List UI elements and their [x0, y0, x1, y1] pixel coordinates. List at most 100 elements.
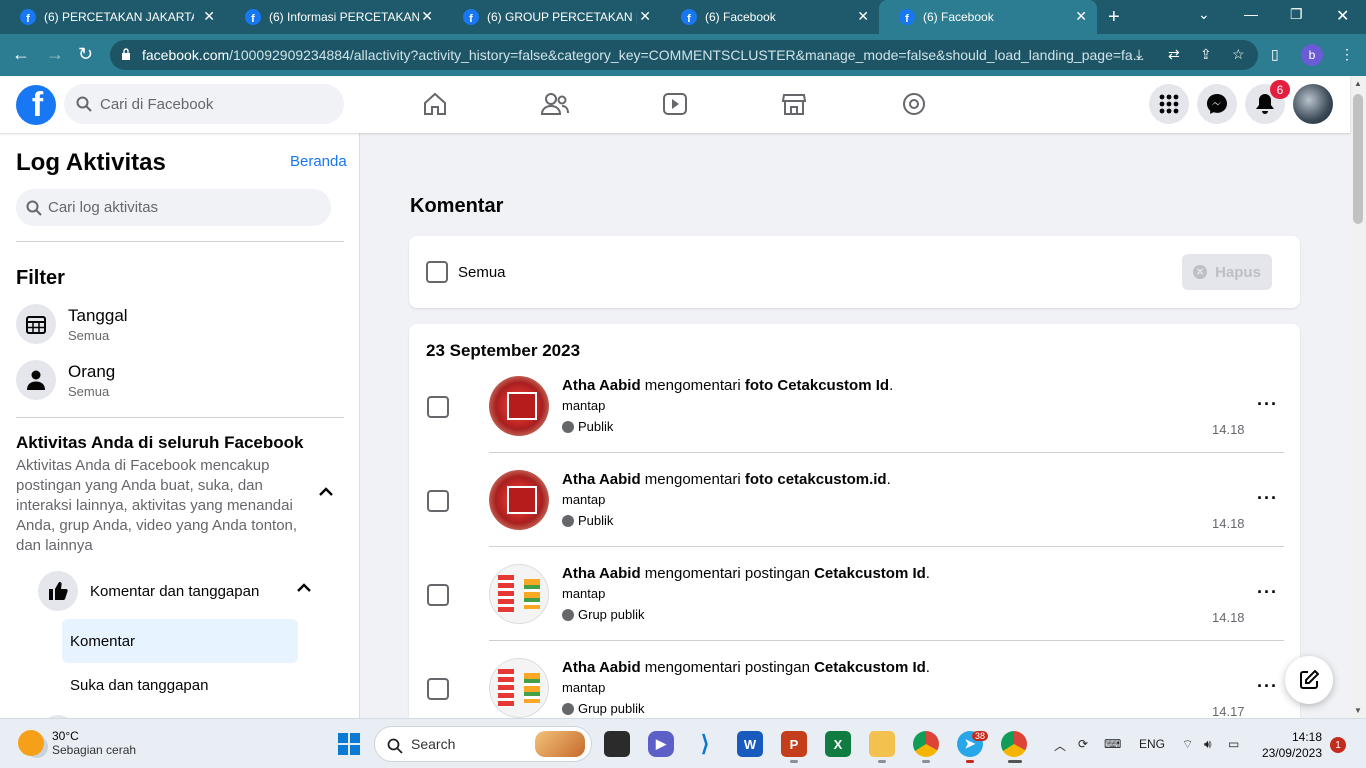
chrome-icon[interactable] [913, 731, 939, 757]
bookmark-star-icon[interactable]: ☆ [1232, 46, 1245, 63]
sync-icon[interactable]: ⟳ [1078, 737, 1088, 751]
browser-tab[interactable]: f(6) PERCETAKAN JAKARTA | Stiker✕ [0, 0, 225, 34]
audience-label: Grup publik [578, 701, 645, 716]
minimize-icon[interactable]: — [1244, 6, 1258, 22]
browser-tab[interactable]: f(6) Informasi PERCETAKAN YOGYA✕ [225, 0, 443, 34]
wifi-icon[interactable]: ⌔ [1182, 737, 1193, 752]
browser-tab[interactable]: f(6) GROUP PERCETAKAN | Stiker✕ [443, 0, 661, 34]
close-tab-icon[interactable]: ✕ [421, 9, 433, 23]
select-all-checkbox[interactable] [426, 261, 448, 283]
target-name[interactable]: Cetakcustom Id [777, 377, 889, 394]
file-explorer-icon[interactable] [869, 731, 895, 757]
actor-name[interactable]: Atha Aabid [562, 377, 641, 394]
chevron-up-icon[interactable] [296, 583, 312, 593]
system-clock[interactable]: 14:18 23/09/2023 [1260, 729, 1322, 761]
menu-grid-icon[interactable] [1149, 84, 1189, 124]
marketplace-icon[interactable] [778, 88, 810, 120]
scroll-up-icon[interactable]: ▲ [1354, 79, 1362, 88]
messenger-icon[interactable] [1197, 84, 1237, 124]
page-scrollbar[interactable]: ▲ ▼ [1350, 76, 1366, 718]
chat-icon[interactable]: ▶ [648, 731, 674, 757]
close-tab-icon[interactable]: ✕ [1075, 9, 1087, 23]
item-checkbox[interactable] [427, 584, 449, 606]
home-icon[interactable] [419, 88, 451, 120]
browser-tab-active[interactable]: f (6) Facebook ✕ [879, 0, 1097, 34]
close-tab-icon[interactable]: ✕ [639, 9, 651, 23]
activity-log-search-input[interactable]: Cari log aktivitas [16, 189, 331, 226]
target-name[interactable]: Cetakcustom Id [814, 565, 926, 582]
profile-avatar[interactable]: b [1301, 44, 1323, 66]
more-options-icon[interactable]: ··· [1257, 395, 1278, 413]
post-thumbnail[interactable] [489, 658, 549, 718]
item-checkbox[interactable] [427, 678, 449, 700]
weather-widget[interactable]: 30°C Sebagian cerah [18, 729, 136, 757]
powerpoint-icon[interactable]: P [781, 731, 807, 757]
audience-label: Grup publik [578, 607, 645, 622]
sidebar-item-likes-reactions[interactable]: Suka dan tanggapan [70, 677, 208, 694]
date-group-heading: 23 September 2023 [426, 341, 581, 360]
new-tab-icon[interactable]: + [1108, 6, 1120, 29]
video-icon[interactable] [659, 88, 691, 120]
close-tab-icon[interactable]: ✕ [203, 9, 215, 23]
more-options-icon[interactable]: ··· [1257, 489, 1278, 507]
browser-tab[interactable]: f (6) Facebook ✕ [661, 0, 879, 34]
running-indicator [790, 760, 798, 763]
actor-name[interactable]: Atha Aabid [562, 471, 641, 488]
divider [489, 546, 1284, 547]
keyboard-icon[interactable]: ⌨ [1104, 737, 1121, 751]
actor-name[interactable]: Atha Aabid [562, 565, 641, 582]
excel-icon[interactable]: X [825, 731, 851, 757]
share-icon[interactable]: ⇪ [1200, 46, 1212, 63]
more-options-icon[interactable]: ··· [1257, 583, 1278, 601]
target-name[interactable]: cetakcustom.id [777, 471, 886, 488]
taskbar-search[interactable]: Search [374, 726, 592, 762]
notification-center-badge[interactable]: 1 [1330, 737, 1346, 753]
language-indicator[interactable]: ENG [1139, 737, 1165, 751]
new-message-compose-icon[interactable] [1285, 656, 1333, 704]
gaming-icon[interactable] [898, 88, 930, 120]
section-description: Aktivitas Anda di Facebook mencakup post… [16, 457, 298, 554]
item-checkbox[interactable] [427, 490, 449, 512]
word-icon[interactable]: W [737, 731, 763, 757]
close-window-icon[interactable]: ✕ [1336, 6, 1349, 26]
target-name[interactable]: Cetakcustom Id [814, 659, 926, 676]
calendar-icon [16, 304, 56, 344]
more-options-icon[interactable]: ··· [1257, 677, 1278, 695]
back-icon[interactable]: ← [12, 44, 30, 65]
chrome-menu-icon[interactable]: ⋮ [1340, 46, 1354, 63]
chrome-profile-icon[interactable] [1001, 731, 1027, 757]
delete-button[interactable]: ✕ Hapus [1182, 254, 1272, 290]
close-tab-icon[interactable]: ✕ [857, 9, 869, 23]
side-panel-icon[interactable]: ▯ [1271, 46, 1279, 63]
forward-icon[interactable]: → [46, 44, 64, 65]
category-comments-reactions[interactable]: Komentar dan tanggapan [38, 571, 259, 611]
filter-person[interactable]: Orang Semua [16, 360, 115, 400]
scrollbar-thumb[interactable] [1353, 94, 1363, 224]
vscode-icon[interactable]: ⟩ [692, 731, 718, 757]
install-icon[interactable]: ⤓ [1136, 46, 1142, 63]
facebook-logo[interactable]: f [16, 85, 56, 125]
home-link[interactable]: Beranda [290, 153, 347, 170]
account-avatar[interactable] [1293, 84, 1333, 124]
facebook-search-input[interactable]: Cari di Facebook [64, 84, 344, 124]
task-view-icon[interactable] [604, 731, 630, 757]
address-bar[interactable]: facebook.com/100092909234884/allactivity… [110, 40, 1258, 70]
volume-icon[interactable]: 🔊︎ [1204, 737, 1212, 752]
post-thumbnail[interactable] [489, 470, 549, 530]
translate-icon[interactable]: ⇄ [1168, 46, 1180, 63]
friends-icon[interactable] [539, 88, 571, 120]
chevron-up-icon[interactable] [318, 487, 334, 497]
post-thumbnail[interactable] [489, 376, 549, 436]
battery-icon[interactable]: ▭ [1228, 737, 1239, 751]
reload-icon[interactable]: ↻ [78, 44, 93, 65]
post-thumbnail[interactable] [489, 564, 549, 624]
tab-search-icon[interactable]: ⌄ [1198, 6, 1210, 23]
item-checkbox[interactable] [427, 396, 449, 418]
sidebar-item-comments[interactable]: Komentar [62, 619, 298, 663]
filter-date[interactable]: Tanggal Semua [16, 304, 128, 344]
scroll-down-icon[interactable]: ▼ [1354, 706, 1362, 715]
maximize-icon[interactable]: ❐ [1290, 6, 1303, 23]
actor-name[interactable]: Atha Aabid [562, 659, 641, 676]
windows-start-icon[interactable] [338, 733, 360, 755]
show-hidden-icons-icon[interactable]: ︿ [1054, 737, 1066, 754]
